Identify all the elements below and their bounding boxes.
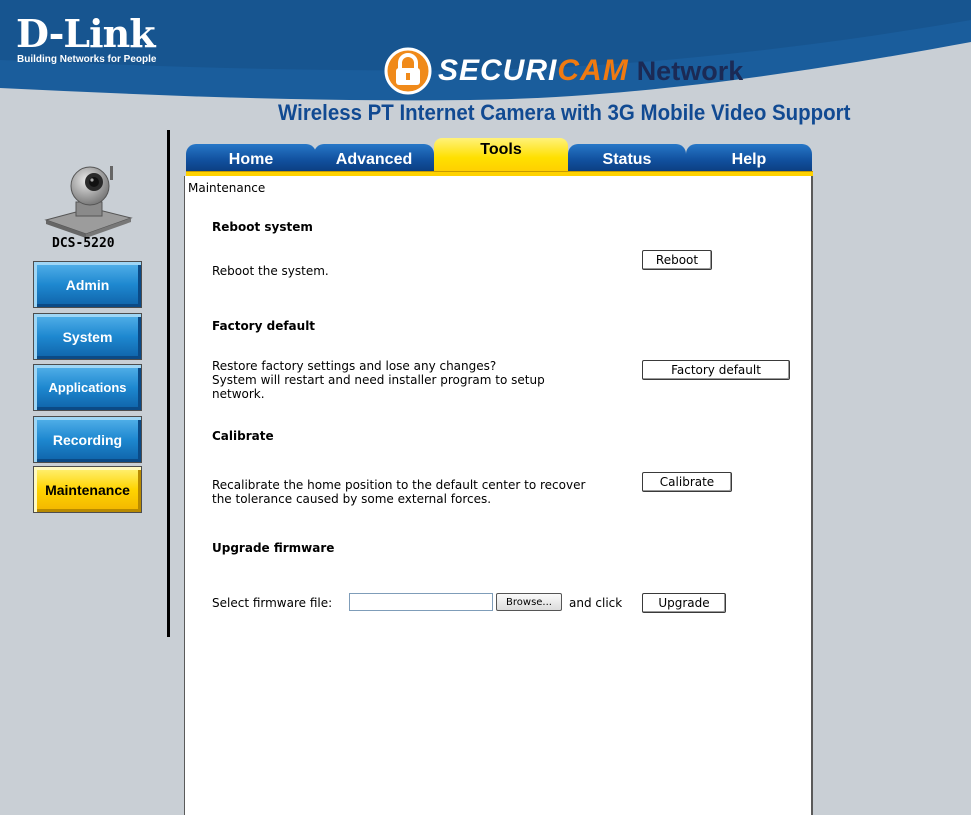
dlink-tagline: Building Networks for People [17, 54, 157, 65]
lock-icon [384, 47, 432, 95]
section-title: Maintenance [188, 181, 266, 195]
reboot-heading: Reboot system [212, 220, 313, 234]
calibrate-line1: Recalibrate the home position to the def… [212, 478, 586, 492]
tab-advanced[interactable]: Advanced [314, 144, 434, 171]
model-label: DCS-5220 [52, 236, 115, 251]
tab-tools[interactable]: Tools [434, 138, 568, 171]
dlink-logo[interactable]: D-Link [16, 14, 156, 54]
tab-help[interactable]: Help [686, 144, 812, 171]
sidebar-item-system[interactable]: System [33, 313, 142, 360]
vertical-divider [167, 130, 170, 637]
calibrate-line2: the tolerance caused by some external fo… [212, 492, 492, 506]
tab-home[interactable]: Home [186, 144, 316, 171]
header: D-Link Building Networks for People SECU… [0, 0, 971, 148]
reboot-description: Reboot the system. [212, 264, 329, 278]
factory-default-line1: Restore factory settings and lose any ch… [212, 359, 497, 373]
firmware-file-label: Select firmware file: [212, 596, 333, 610]
securicam-logo: SECURI CAM Network [384, 46, 743, 96]
reboot-button[interactable]: Reboot [642, 250, 712, 270]
tab-status[interactable]: Status [568, 144, 686, 171]
camera-product-image [44, 166, 133, 238]
sidebar-item-admin[interactable]: Admin [33, 261, 142, 308]
upgrade-button[interactable]: Upgrade [642, 593, 726, 613]
securicam-text: SECURI [438, 54, 558, 87]
calibrate-button[interactable]: Calibrate [642, 472, 732, 492]
factory-default-line2: System will restart and need installer p… [212, 373, 545, 387]
and-click-label: and click [569, 596, 623, 610]
sidebar-item-maintenance[interactable]: Maintenance [33, 466, 142, 513]
calibrate-heading: Calibrate [212, 429, 274, 443]
browse-button[interactable]: Browse... [496, 593, 562, 611]
main-panel: Maintenance Reboot system Reboot the sys… [184, 176, 813, 815]
factory-default-button[interactable]: Factory default [642, 360, 790, 380]
firmware-file-input[interactable] [349, 593, 493, 611]
top-tabs: Home Advanced Tools Status Help [186, 138, 812, 173]
factory-default-heading: Factory default [212, 319, 316, 333]
sidebar-item-recording[interactable]: Recording [33, 416, 142, 463]
sidebar-item-applications[interactable]: Applications [33, 364, 142, 411]
product-subtitle: Wireless PT Internet Camera with 3G Mobi… [278, 100, 851, 125]
upgrade-firmware-heading: Upgrade firmware [212, 541, 335, 555]
securicam-cam-text: CAM [557, 54, 629, 87]
securicam-network-text: Network [636, 55, 744, 86]
factory-default-line3: network. [212, 387, 265, 401]
